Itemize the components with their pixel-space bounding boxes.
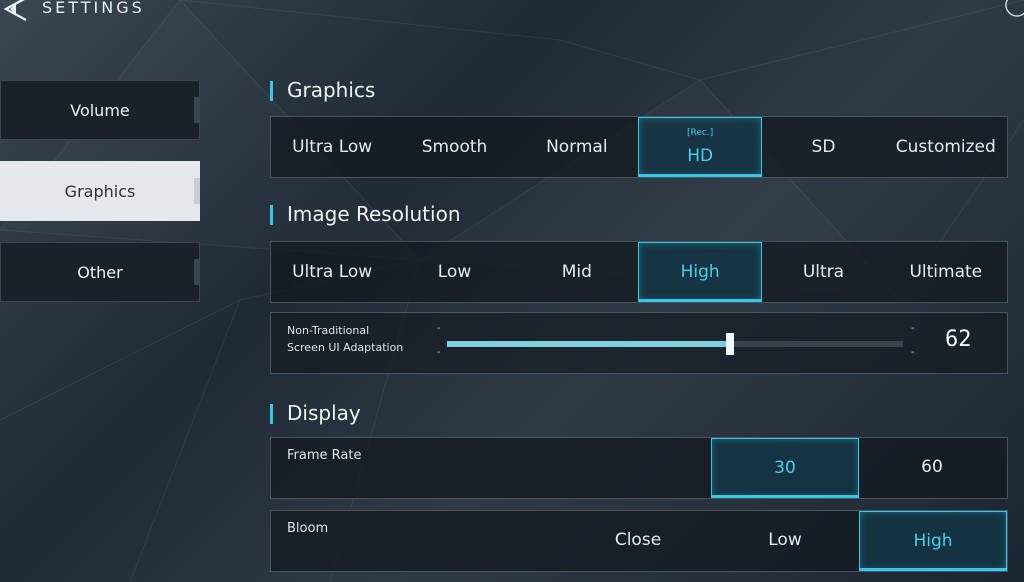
sidebar-item-other[interactable]: Other	[0, 242, 200, 302]
slider-dash: -	[437, 323, 441, 334]
frame-rate-option-60[interactable]: 60	[859, 438, 1005, 496]
ui-adaptation-row: Non-Traditional Screen UI Adaptation - -…	[270, 312, 1008, 374]
section-title-resolution: Image Resolution	[270, 202, 461, 226]
resolution-option-low[interactable]: Low	[393, 242, 515, 302]
resolution-option-high[interactable]: High	[637, 242, 763, 302]
section-title-graphics: Graphics	[270, 78, 375, 102]
bloom-option-high[interactable]: High	[859, 511, 1007, 571]
back-triangle-icon[interactable]	[0, 0, 30, 22]
ui-adaptation-slider[interactable]	[447, 333, 903, 355]
section-title-display: Display	[270, 401, 361, 425]
page-title: SETTINGS	[42, 0, 145, 17]
bloom-option-close[interactable]: Close	[565, 511, 711, 569]
slider-dash: -	[911, 347, 915, 358]
bloom-option-low[interactable]: Low	[712, 511, 858, 569]
bloom-label: Bloom	[287, 521, 329, 536]
ui-adaptation-value: 62	[945, 327, 972, 352]
frame-rate-label: Frame Rate	[287, 448, 362, 463]
ui-adaptation-label: Non-Traditional Screen UI Adaptation	[287, 324, 404, 354]
graphics-option-normal[interactable]: Normal	[516, 117, 638, 177]
bloom-row: Bloom Close Low High	[270, 510, 1008, 572]
sidebar-notch	[194, 178, 200, 204]
graphics-option-hd[interactable]: [Rec.] HD	[637, 117, 763, 177]
graphics-quality-selector: Ultra Low Smooth Normal [Rec.] HD SD Cus…	[270, 116, 1008, 178]
frame-rate-row: Frame Rate 30 60	[270, 437, 1008, 499]
slider-dash: -	[911, 323, 915, 334]
graphics-option-customized[interactable]: Customized	[885, 117, 1007, 177]
sidebar-notch	[194, 259, 200, 285]
resolution-option-ultimate[interactable]: Ultimate	[885, 242, 1007, 302]
frame-rate-option-30[interactable]: 30	[711, 438, 859, 498]
close-icon[interactable]	[1004, 0, 1024, 18]
slider-thumb[interactable]	[725, 333, 734, 355]
sidebar-item-graphics[interactable]: Graphics	[0, 161, 200, 221]
sidebar-item-label: Volume	[70, 100, 130, 120]
sidebar-item-label: Graphics	[64, 181, 136, 201]
slider-dash: -	[437, 347, 441, 358]
recommended-tag: [Rec.]	[687, 128, 714, 138]
graphics-option-smooth[interactable]: Smooth	[393, 117, 515, 177]
sidebar-item-volume[interactable]: Volume	[0, 80, 200, 140]
resolution-option-ultra[interactable]: Ultra	[762, 242, 884, 302]
resolution-selector: Ultra Low Low Mid High Ultra Ultimate	[270, 241, 1008, 303]
graphics-option-sd[interactable]: SD	[762, 117, 884, 177]
slider-fill	[447, 341, 730, 347]
sidebar-item-label: Other	[77, 262, 123, 282]
resolution-option-mid[interactable]: Mid	[516, 242, 638, 302]
graphics-option-ultra-low[interactable]: Ultra Low	[271, 117, 393, 177]
sidebar-notch	[194, 97, 200, 123]
resolution-option-ultra-low[interactable]: Ultra Low	[271, 242, 393, 302]
